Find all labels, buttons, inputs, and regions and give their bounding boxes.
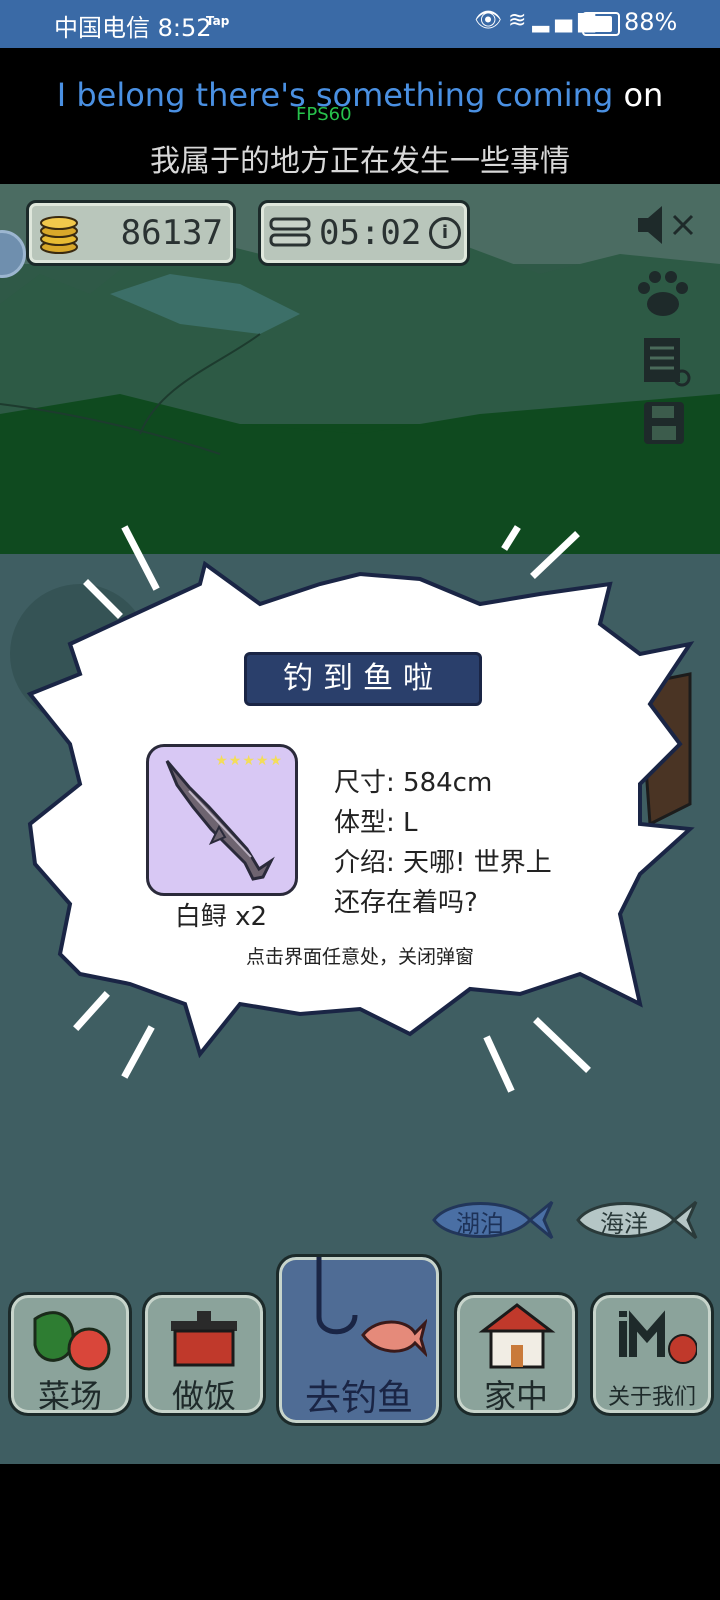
save-icon[interactable] [640,398,690,448]
fish-body-type: 体型: L [334,808,418,838]
paw-icon[interactable] [634,268,692,320]
lake-spot-button[interactable]: 湖泊 [430,1194,556,1246]
game-scene[interactable]: 86137 05:02 i 钓到鱼啦 ★★★★★ 白鲟 x2 尺寸: 584cm… [0,184,720,1464]
nav-fishing-button[interactable]: 去钓鱼 [276,1254,442,1426]
fish-card: ★★★★★ [146,744,298,896]
paddlefish-icon [165,760,275,881]
about-icon [619,1310,697,1364]
coins-counter: 86137 [26,200,236,266]
vegetables-icon [33,1311,111,1371]
nav-home-button[interactable]: 家中 [454,1292,578,1416]
wifi-icon: ≋ [507,8,533,33]
coins-icon [40,216,78,254]
battery-icon [582,12,620,36]
fish-name: 白鲟 x2 [174,902,268,932]
lyric-line-chinese: 我属于的地方正在发生一些事情 [150,144,570,179]
info-icon[interactable]: i [429,217,461,249]
nav-cook-label: 做饭 [171,1377,236,1415]
lyrics-overlay: I belong there's something coming on FPS… [0,48,720,184]
nav-farm-button[interactable]: 菜场 [8,1292,132,1416]
eye-icon: 👁 [474,8,508,33]
timer-box: 05:02 i [258,200,470,266]
nav-fishing-label: 去钓鱼 [304,1378,413,1419]
nav-about-label: 关于我们 [607,1385,696,1410]
nav-cook-button[interactable]: 做饭 [142,1292,266,1416]
nav-farm-label: 菜场 [37,1377,102,1415]
status-bar: 中国电信 8:52 Tap 👁≋▂▄▆ 88% [0,0,720,48]
nav-home-label: 家中 [483,1377,548,1415]
fps-counter: FPS60 [296,104,352,125]
carrier-time: 中国电信 8:52 [54,14,212,42]
sea-label: 海洋 [600,1210,648,1238]
fish-intro-line-1: 介绍: 天哪! 世界上 [334,848,552,878]
fish-size: 尺寸: 584cm [334,768,493,798]
coins-value: 86137 [120,213,223,253]
notes-icon[interactable] [640,334,694,390]
mute-icon[interactable] [634,202,704,248]
popup-title: 钓到鱼啦 [244,652,482,706]
boat-icon [269,217,311,247]
timer-value: 05:02 [319,213,422,253]
lake-label: 湖泊 [456,1210,504,1238]
nav-about-button[interactable]: 关于我们 [590,1292,714,1416]
sea-spot-button[interactable]: 海洋 [574,1194,700,1246]
lyric-line-english: I belong there's something coming on [0,76,720,114]
fishing-hook-icon [316,1257,427,1357]
close-hint: 点击界面任意处，关闭弹窗 [245,946,474,968]
tap-badge: Tap [206,14,230,28]
house-icon [478,1303,556,1369]
pot-icon [171,1311,237,1367]
lyric-rest: on [613,76,664,114]
fish-intro-line-2: 还存在着吗? [334,888,478,918]
battery-percent: 88% [624,8,678,36]
